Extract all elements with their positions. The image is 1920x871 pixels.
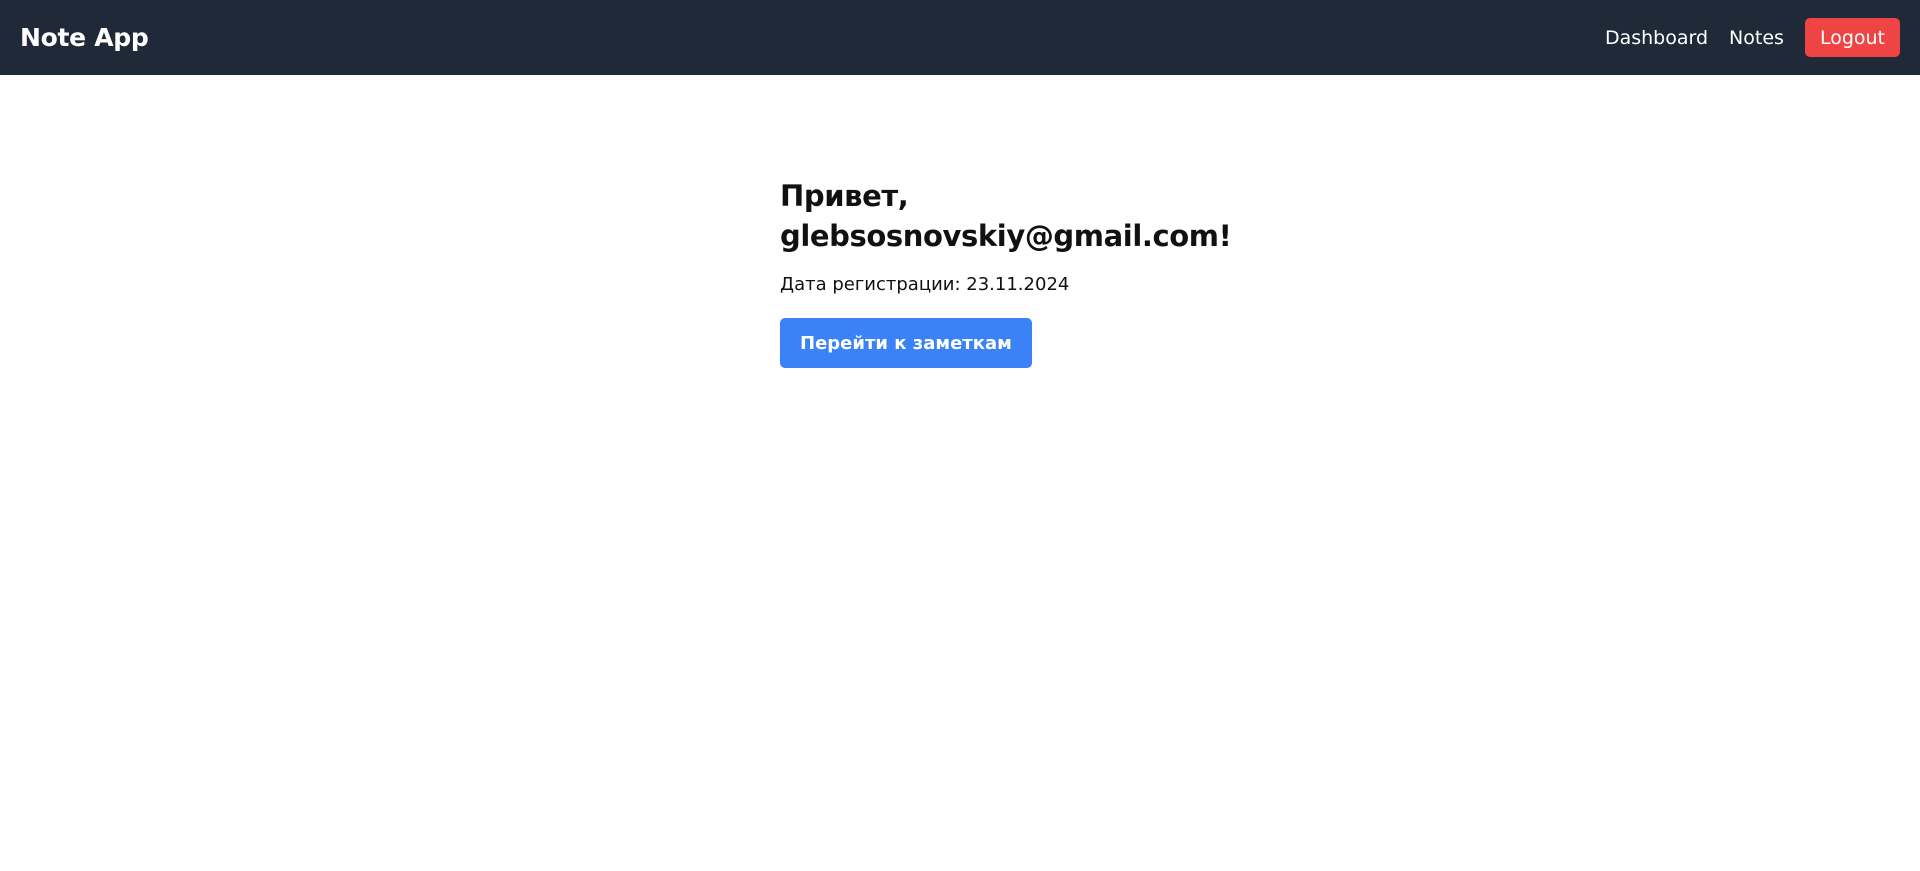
nav-link-notes[interactable]: Notes [1729,27,1784,49]
greeting-prefix: Привет, [780,179,909,213]
registration-date-text: Дата регистрации: 23.11.2024 [780,271,1220,299]
nav-links: Dashboard Notes Logout [1605,18,1900,57]
dashboard-content: Привет, glebsosnovskiy@gmail.com! Дата р… [780,176,1232,368]
top-navbar: Note App Dashboard Notes Logout [0,0,1920,75]
registration-date-label: Дата регистрации: [780,274,961,295]
greeting-heading: Привет, glebsosnovskiy@gmail.com! [780,176,1232,256]
go-to-notes-button[interactable]: Перейти к заметкам [780,318,1032,368]
logout-button[interactable]: Logout [1804,18,1900,57]
brand-logo-text[interactable]: Note App [20,23,149,52]
nav-link-dashboard[interactable]: Dashboard [1605,27,1708,49]
registration-date-value: 23.11.2024 [966,274,1070,295]
greeting-email: glebsosnovskiy@gmail.com! [780,219,1232,253]
